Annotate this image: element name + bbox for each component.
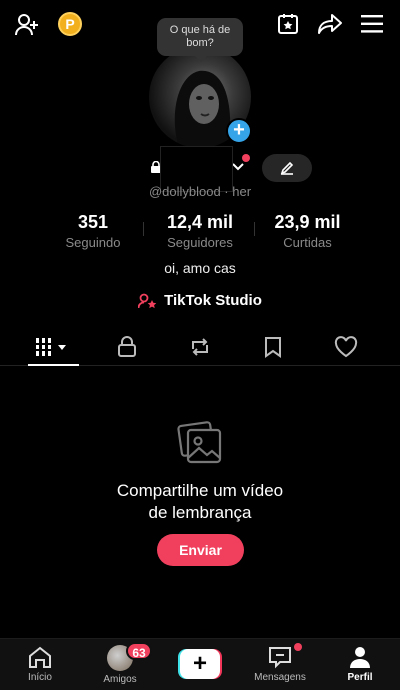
stat-divider (143, 222, 144, 236)
stat-value: 351 (77, 212, 109, 232)
home-icon (29, 646, 51, 668)
share-icon[interactable] (315, 10, 345, 38)
nav-label: Amigos (103, 674, 137, 685)
active-tab-indicator (28, 364, 79, 366)
add-friend-icon[interactable] (12, 10, 42, 40)
profile-bio: oi, amo cas (164, 260, 236, 276)
profile-stats: 351 Seguindo 12,4 mil Seguidores 23,9 mi… (0, 212, 400, 252)
bottom-nav: Início Amigos 63 + Mensagens Perfil (0, 638, 400, 690)
content-tabs (0, 328, 400, 366)
menu-icon[interactable] (358, 10, 386, 38)
nav-home[interactable]: Início (0, 639, 80, 690)
coin-icon[interactable]: P (58, 12, 82, 36)
add-story-button[interactable]: + (226, 118, 252, 144)
edit-profile-button[interactable] (262, 154, 312, 182)
friends-badge: 63 (126, 642, 152, 660)
status-tooltip[interactable]: O que há de bom? (157, 18, 243, 62)
stat-divider (254, 222, 255, 236)
nav-label: Mensagens (254, 672, 306, 683)
profile-handle: @dollyblood · her (148, 184, 252, 199)
chevron-down-icon[interactable] (231, 160, 245, 174)
tab-saved[interactable] (233, 328, 313, 366)
nav-label: Perfil (347, 672, 373, 683)
stat-followers[interactable]: 12,4 mil Seguidores (155, 212, 245, 250)
stat-value: 23,9 mil (274, 212, 341, 232)
empty-title-line: Compartilhe um vídeo (116, 481, 284, 500)
empty-state-title: Compartilhe um vídeo de lembrança (0, 480, 400, 524)
stat-label: Seguindo (65, 235, 121, 250)
stat-value: 12,4 mil (166, 212, 234, 232)
tooltip-text: O que há de bom? (169, 24, 231, 49)
tab-liked[interactable] (306, 328, 386, 366)
studio-label: TikTok Studio (164, 292, 262, 309)
tab-private[interactable] (87, 328, 167, 366)
stat-likes[interactable]: 23,9 mil Curtidas (265, 212, 350, 250)
grid-icon (36, 338, 66, 356)
stat-following[interactable]: 351 Seguindo (54, 212, 132, 250)
stat-label: Curtidas (283, 235, 332, 250)
nav-inbox[interactable]: Mensagens (240, 639, 320, 690)
create-button[interactable]: + (178, 649, 222, 679)
repost-icon (192, 338, 208, 356)
inbox-icon (269, 647, 291, 669)
send-button[interactable]: Enviar (157, 534, 244, 566)
nav-profile[interactable]: Perfil (320, 639, 400, 690)
tab-videos[interactable] (13, 328, 93, 366)
bookmark-icon (265, 337, 281, 358)
empty-title-line: de lembrança (148, 503, 252, 522)
calendar-icon[interactable] (274, 10, 302, 38)
stat-label: Seguidores (167, 235, 233, 250)
tiktok-studio-link[interactable]: TikTok Studio (0, 292, 400, 309)
inbox-notification-dot (294, 643, 302, 651)
lock-icon (118, 336, 136, 357)
heart-icon (334, 336, 358, 358)
nav-label: Início (28, 672, 52, 683)
profile-icon (350, 647, 370, 668)
tab-reposts[interactable] (160, 328, 240, 366)
photo-icon (176, 420, 224, 471)
studio-icon (138, 293, 157, 308)
plus-icon: + (180, 649, 220, 679)
notification-dot (242, 154, 250, 162)
